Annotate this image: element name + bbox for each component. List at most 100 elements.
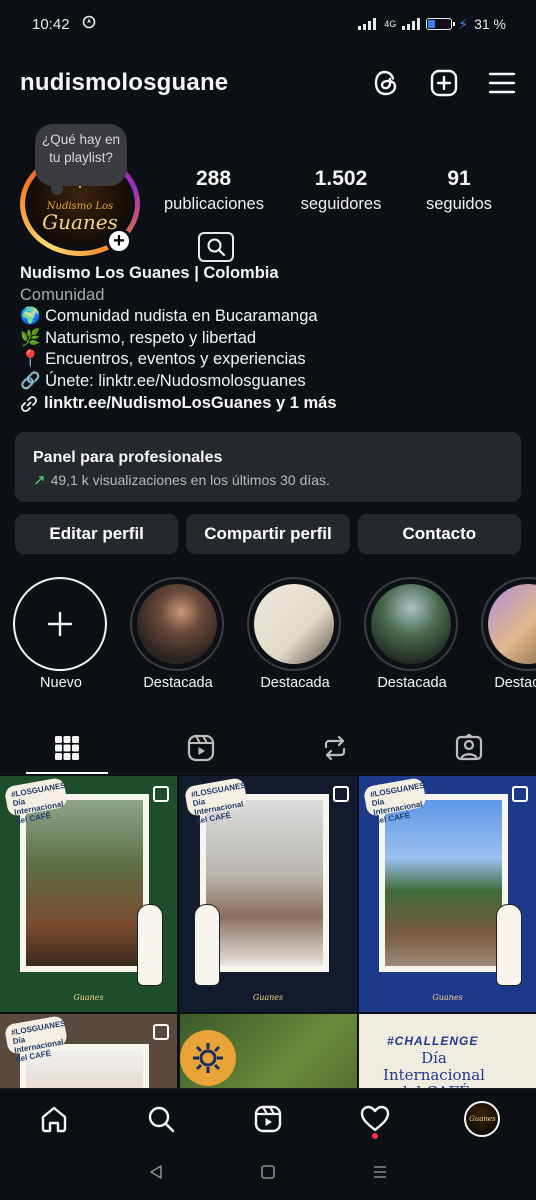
nav-reels[interactable] [214,1089,321,1148]
share-profile-button[interactable]: Compartir perfil [186,514,350,554]
profile-avatar-icon: Guanes [464,1100,501,1137]
location-icon [82,15,96,33]
bio-link-text: linktr.ee/NudismoLosGuanes y 1 más [44,394,337,412]
search-icon [148,1106,175,1132]
tab-reposts[interactable] [268,722,402,773]
bio-line: 📍 Encuentros, eventos y experiencias [20,350,306,368]
battery-percent: 31 % [474,16,506,32]
nav-search[interactable] [107,1089,214,1148]
search-icon [207,238,226,257]
post-photo [205,800,323,966]
username-title[interactable]: nudismolosguane [20,69,228,97]
network-label: 4G [384,19,397,29]
contact-button[interactable]: Contacto [357,514,521,554]
grid-icon [55,735,79,760]
highlight-cover [137,584,217,664]
search-button[interactable] [198,232,234,262]
post-thumbnail[interactable]: #LOSGUANES Día Internacional del CAFÉ [0,1014,177,1088]
highlight-item[interactable]: Destacada [130,577,226,691]
carousel-icon [332,786,349,802]
post-photo [385,800,502,966]
status-bar: 10:42 4G ⚡ 31 % [0,0,536,48]
profile-tabs [0,722,536,774]
stat-followers[interactable]: 1.502 seguidores [282,166,400,216]
nav-home[interactable] [0,1089,107,1148]
figure-illustration [496,904,522,986]
post-thumbnail[interactable]: #LOSGUANES Día Internacional del CAFÉ Gu… [179,776,357,1012]
highlight-cover [254,584,334,664]
reels-icon [254,1105,282,1132]
post-thumbnail[interactable]: #CHALLENGE Día Internacional del CAFÉ [359,1014,536,1088]
notification-dot [372,1133,379,1139]
carousel-icon [153,1024,169,1040]
back-icon[interactable] [147,1163,165,1186]
highlight-label: Destacada [143,675,213,691]
highlight-label: Destacada [494,675,536,691]
reels-icon [187,734,215,761]
nav-activity[interactable] [322,1089,429,1148]
signal-icon [358,18,377,30]
add-story-icon[interactable]: + [106,228,132,254]
highlight-item[interactable]: Destacada [247,577,343,691]
post-thumbnail[interactable] [179,1014,357,1088]
tab-posts-grid[interactable] [0,722,134,774]
add-post-icon[interactable] [430,69,458,97]
tab-reels[interactable] [134,722,268,773]
highlight-item[interactable]: Destacada [481,577,536,691]
carousel-icon [512,786,528,802]
pro-panel-subtitle: 49,1 k visualizaciones en los últimos 30… [50,472,330,488]
profile-stats: 288 publicaciones 1.502 seguidores 91 se… [158,166,518,216]
system-navigation [0,1148,536,1200]
tagged-person-icon [455,733,483,760]
home-icon [41,1106,66,1132]
profile-actions: Editar perfil Compartir perfil Contacto [15,514,521,554]
tab-tagged[interactable] [402,722,536,773]
post-thumbnail[interactable]: #LOSGUANES Día Internacional del CAFÉ Gu… [0,776,177,1012]
profile-header: nudismolosguane [20,62,516,104]
link-icon [21,395,37,412]
highlight-cover [488,584,536,664]
threads-icon[interactable] [372,69,400,97]
post-thumbnail[interactable]: #LOSGUANES Día Internacional del CAFÉ Gu… [359,776,536,1012]
stat-following[interactable]: 91 seguidos [400,166,518,216]
stat-posts[interactable]: 288 publicaciones [158,166,282,216]
battery-level [428,20,436,28]
bio-link[interactable]: linktr.ee/NudismoLosGuanes y 1 más [20,393,516,415]
highlight-label: Nuevo [40,675,82,691]
profile-bio: Nudismo Los Guanes | Colombia Comunidad … [20,263,516,415]
highlight-label: Destacada [377,675,447,691]
menu-icon[interactable] [488,69,516,97]
bio-name: Nudismo Los Guanes | Colombia [20,264,279,282]
recents-icon[interactable] [371,1163,389,1186]
bio-line: 🌍 Comunidad nudista en Bucaramanga [20,307,318,325]
avatar-logo-main: Guanes [42,209,118,234]
nav-profile[interactable]: Guanes [429,1089,536,1148]
highlight-cover [371,584,451,664]
bottom-navigation: Guanes [0,1088,536,1148]
note-bubble[interactable]: ¿Qué hay en tu playlist? [35,124,127,195]
charging-icon: ⚡ [458,15,469,32]
bio-line: 🔗 Únete: linktr.ee/Nudosmolosguanes [20,371,306,390]
edit-profile-button[interactable]: Editar perfil [15,514,179,554]
home-button-icon[interactable] [259,1163,277,1186]
highlight-item[interactable]: Destacada [364,577,460,691]
professional-dashboard[interactable]: Panel para profesionales ↗ 49,1 k visual… [15,432,521,502]
figure-illustration [137,904,163,986]
challenge-title: Día Internacional del CAFÉ [383,1049,485,1089]
challenge-hashtag: #CHALLENGE [387,1034,479,1048]
stat-label: publicaciones [164,195,264,213]
stat-value: 91 [447,167,471,190]
highlight-new[interactable]: Nuevo [13,577,109,691]
figure-illustration [193,904,220,986]
post-photo [26,800,143,966]
stat-label: seguidos [425,195,493,213]
add-highlight-icon [13,577,107,671]
stat-value: 1.502 [314,167,368,190]
post-logo: Guanes [73,993,104,1002]
post-logo: Guanes [432,993,463,1002]
stat-label: seguidores [300,195,382,213]
carousel-icon [153,786,169,802]
status-time: 10:42 [32,15,70,33]
heart-icon [361,1105,390,1131]
battery-icon [426,18,456,30]
